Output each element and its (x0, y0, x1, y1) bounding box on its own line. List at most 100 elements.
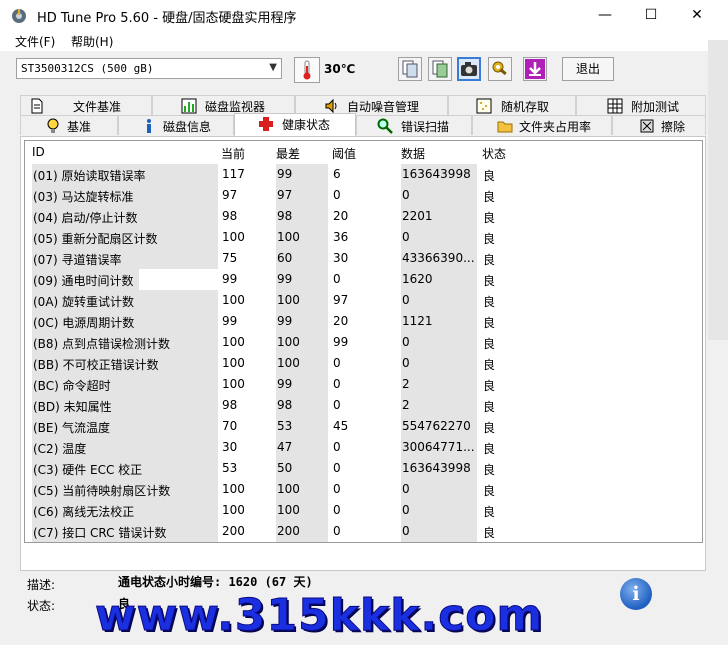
cell-current: 100 (222, 335, 245, 349)
cell-data: 0 (402, 188, 410, 202)
column-header-id[interactable]: ID (32, 145, 45, 159)
column-header-status[interactable]: 状态 (482, 145, 506, 162)
close-button[interactable]: ✕ (674, 0, 720, 31)
cell-threshold: 0 (333, 356, 341, 370)
table-row[interactable]: (B8) 点到点错误检测计数 100 100 99 0 良 (29, 332, 699, 353)
cell-status: 良 (483, 526, 496, 540)
tab-folder-usage[interactable]: 文件夹占用率 (472, 115, 612, 135)
menu-help[interactable]: 帮助(H) (71, 33, 113, 50)
cell-data: 0 (402, 503, 410, 517)
cell-shade (401, 374, 477, 395)
bar-chart-icon (181, 98, 197, 114)
red-cross-icon (259, 117, 273, 131)
cell-threshold: 0 (333, 272, 341, 286)
table-row[interactable]: (05) 重新分配扇区计数 100 100 36 0 良 (29, 227, 699, 248)
table-row[interactable]: (09) 通电时间计数 99 99 0 1620 良 (29, 269, 699, 290)
title-bar: HD Tune Pro 5.60 - 硬盘/固态硬盘实用程序 — ☐ ✕ (0, 0, 728, 31)
cell-current: 97 (222, 188, 238, 202)
cell-data: 1121 (402, 314, 433, 328)
description-value: 通电状态小时编号: 1620 (67 天) (118, 575, 313, 589)
table-row[interactable]: (04) 启动/停止计数 98 98 20 2201 良 (29, 206, 699, 227)
copy-info-button[interactable] (398, 57, 422, 81)
temperature-readout: 30℃ (324, 62, 356, 76)
cell-data: 2 (402, 377, 410, 391)
camera-icon (461, 62, 477, 76)
grid-icon (607, 98, 623, 114)
column-header-worst[interactable]: 最差 (276, 145, 300, 162)
table-row[interactable]: (C6) 离线无法校正 100 100 0 0 良 (29, 500, 699, 521)
cell-id: (0C) 电源周期计数 (33, 316, 135, 330)
drive-select[interactable]: ST3500312CS (500 gB) ▼ (16, 58, 282, 79)
minimize-button[interactable]: — (582, 0, 628, 31)
cell-status: 良 (483, 379, 496, 393)
cell-threshold: 0 (333, 398, 341, 412)
table-row[interactable]: (01) 原始读取错误率 117 99 6 163643998 良 (29, 164, 699, 185)
menu-bar: 文件(F) 帮助(H) (0, 31, 728, 51)
cell-status: 良 (483, 421, 496, 435)
cell-threshold: 0 (333, 377, 341, 391)
options-button[interactable] (488, 57, 512, 81)
screenshot-button[interactable] (457, 57, 481, 81)
cell-data: 0 (402, 356, 410, 370)
cell-id: (C7) 接口 CRC 错误计数 (33, 526, 167, 540)
save-button[interactable] (523, 57, 547, 81)
table-row[interactable]: (03) 马达旋转标准 97 97 0 0 良 (29, 185, 699, 206)
cell-data: 2201 (402, 209, 433, 223)
cell-shade (401, 500, 477, 521)
tab-disk-monitor[interactable]: 磁盘监视器 (152, 95, 295, 115)
exit-button[interactable]: 退出 (562, 57, 614, 81)
cell-data: 0 (402, 335, 410, 349)
table-row[interactable]: (C2) 温度 30 47 0 30064771... 良 (29, 437, 699, 458)
cell-id: (0A) 旋转重试计数 (33, 295, 135, 309)
cell-worst: 99 (277, 377, 293, 391)
tab-error-scan[interactable]: 错误扫描 (356, 115, 472, 135)
bulb-icon (47, 118, 59, 133)
table-row[interactable]: (BE) 气流温度 70 53 45 554762270 良 (29, 416, 699, 437)
tab-erase[interactable]: 擦除 (612, 115, 706, 135)
table-row[interactable]: (C7) 接口 CRC 错误计数 200 200 0 0 良 (29, 521, 699, 542)
cell-status: 良 (483, 400, 496, 414)
cell-worst: 100 (277, 335, 300, 349)
column-header-threshold[interactable]: 阈值 (332, 145, 356, 162)
menu-file[interactable]: 文件(F) (15, 33, 55, 50)
cell-status: 良 (483, 253, 496, 267)
cell-threshold: 20 (333, 314, 349, 328)
table-row[interactable]: (C3) 硬件 ECC 校正 53 50 0 163643998 良 (29, 458, 699, 479)
cell-id: (07) 寻道错误率 (33, 253, 122, 267)
tab-aam[interactable]: 自动噪音管理 (295, 95, 448, 115)
table-row[interactable]: (0C) 电源周期计数 99 99 20 1121 良 (29, 311, 699, 332)
cell-data: 2 (402, 398, 410, 412)
cell-id: (01) 原始读取错误率 (33, 169, 146, 183)
table-row[interactable]: (0A) 旋转重试计数 100 100 97 0 良 (29, 290, 699, 311)
column-header-data[interactable]: 数据 (401, 145, 425, 162)
info-icon[interactable]: i (620, 578, 652, 610)
tab-benchmark[interactable]: 基准 (20, 115, 118, 135)
hd-tune-app-icon (12, 9, 26, 23)
maximize-button[interactable]: ☐ (628, 0, 674, 31)
drive-select-value: ST3500312CS (500 gB) (21, 62, 154, 75)
table-row[interactable]: (BD) 未知属性 98 98 0 2 良 (29, 395, 699, 416)
chevron-down-icon[interactable]: ▼ (269, 62, 277, 73)
table-row[interactable]: (BC) 命令超时 100 99 0 2 良 (29, 374, 699, 395)
cell-data: 0 (402, 230, 410, 244)
tab-file-benchmark[interactable]: 文件基准 (20, 95, 152, 115)
tab-disk-info[interactable]: 磁盘信息 (118, 115, 234, 135)
tab-label: 错误扫描 (401, 120, 450, 134)
cell-data: 0 (402, 524, 410, 538)
tab-label: 文件基准 (73, 100, 122, 114)
cell-current: 100 (222, 356, 245, 370)
cell-status: 良 (483, 505, 496, 519)
tab-health[interactable]: 健康状态 (234, 113, 356, 136)
cell-id: (BC) 命令超时 (33, 379, 111, 393)
table-row[interactable]: (BB) 不可校正错误计数 100 100 0 0 良 (29, 353, 699, 374)
cell-id: (C3) 硬件 ECC 校正 (33, 463, 143, 477)
smart-table[interactable]: ID 当前 最差 阈值 数据 状态 (01) 原始读取错误率 117 99 6 1636… (24, 140, 703, 543)
tab-extra-tests[interactable]: 附加测试 (576, 95, 706, 115)
cell-status: 良 (483, 442, 496, 456)
tab-random-access[interactable]: 随机存取 (448, 95, 576, 115)
column-header-current[interactable]: 当前 (221, 145, 245, 162)
cell-threshold: 45 (333, 419, 349, 433)
table-row[interactable]: (07) 寻道错误率 75 60 30 43366390... 良 (29, 248, 699, 269)
copy-all-button[interactable] (428, 57, 452, 81)
table-row[interactable]: (C5) 当前待映射扇区计数 100 100 0 0 良 (29, 479, 699, 500)
